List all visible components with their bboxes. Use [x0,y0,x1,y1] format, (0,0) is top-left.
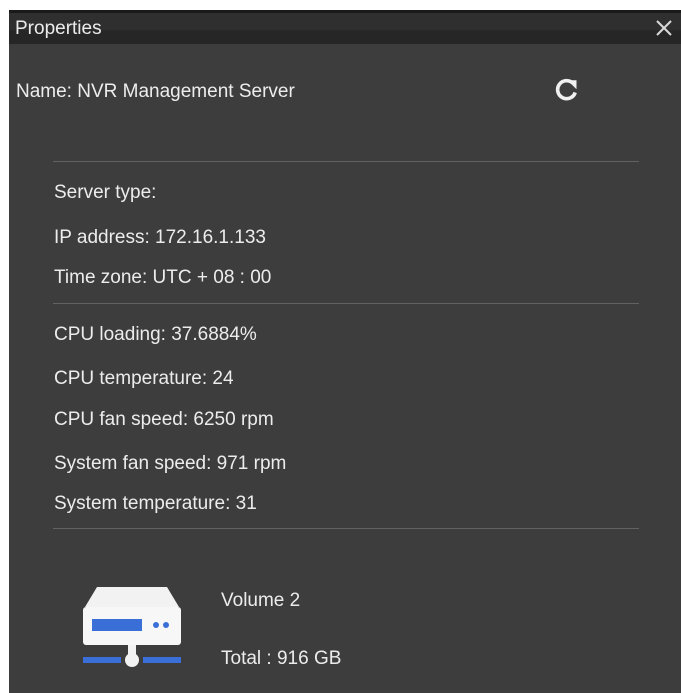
cpu-fan-speed: CPU fan speed: 6250 rpm [54,409,274,430]
system-fan-speed: System fan speed: 971 rpm [54,453,287,474]
properties-panel: Properties Name: NVR Management Server S… [9,10,681,693]
divider-middle [53,303,639,304]
close-icon [656,20,672,36]
refresh-button[interactable] [555,78,579,102]
divider-top [53,161,639,162]
cpu-temperature: CPU temperature: 24 [54,368,234,389]
volume-total: Total : 916 GB [221,648,342,669]
time-zone: Time zone: UTC + 08 : 00 [54,267,272,288]
ip-address: IP address: 172.16.1.133 [54,227,266,248]
server-type: Server type: [54,182,157,203]
refresh-icon [555,78,577,101]
title-bar: Properties [9,13,681,44]
close-button[interactable] [653,17,675,39]
cpu-loading: CPU loading: 37.6884% [54,324,257,345]
server-name-row: Name: NVR Management Server [16,80,295,104]
name-label: Name: [16,81,72,102]
divider-bottom [53,528,639,529]
network-drive-icon [79,585,185,673]
volume-name: Volume 2 [221,590,301,611]
server-name-value: NVR Management Server [77,81,295,102]
window-title: Properties [15,18,102,39]
system-temperature: System temperature: 31 [54,493,257,514]
